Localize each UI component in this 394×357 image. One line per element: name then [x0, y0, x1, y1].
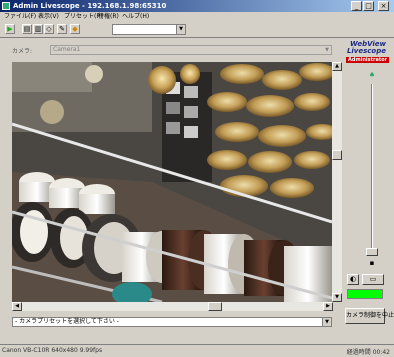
- scroll-left-icon[interactable]: ◀: [12, 302, 22, 311]
- camera-select[interactable]: Camera1 ▼: [50, 45, 332, 55]
- preset-select[interactable]: - カメラプリセットを選択して下さい - ▼: [12, 317, 332, 327]
- maximize-button[interactable]: □: [363, 1, 374, 11]
- menu-preset[interactable]: プリセット(P): [64, 12, 102, 22]
- minimize-button[interactable]: _: [351, 1, 362, 11]
- camera-info: Canon VB-C10R 640x480 9.99fps: [2, 347, 103, 354]
- release-control-button[interactable]: カメラ制御を中止: [345, 308, 394, 324]
- camera-video-feed[interactable]: [12, 62, 332, 302]
- camera-label: カメラ:: [12, 48, 33, 55]
- status-bar: Canon VB-C10R 640x480 9.99fps 経過時間 00:42: [0, 344, 394, 357]
- snapshot-icon[interactable]: ◆: [70, 24, 80, 34]
- video-frame: [12, 62, 332, 302]
- play-icon[interactable]: ▶: [5, 24, 15, 34]
- livescope-logo: WebView Livescope Administrator: [346, 41, 390, 63]
- elapsed-time: 経過時間 00:42: [346, 349, 390, 356]
- horizontal-scrollbar[interactable]: ◀ ▶: [12, 302, 333, 311]
- vertical-scroll-thumb[interactable]: [332, 150, 342, 160]
- logo-line-2: Livescope: [346, 47, 386, 55]
- zoom-thumb[interactable]: [366, 248, 378, 256]
- layout-2-icon[interactable]: ▥: [33, 24, 43, 34]
- chevron-down-icon[interactable]: ▼: [176, 25, 185, 34]
- title-bar: Admin Livescope - 192.168.1.98:65310 _ □…: [0, 0, 394, 12]
- zoom-out-icon[interactable]: ▪: [367, 258, 377, 268]
- zoom-in-icon[interactable]: ♠: [367, 70, 377, 80]
- zoom-slider[interactable]: ♠ ▪: [364, 70, 380, 270]
- menu-help[interactable]: ヘルプ(H): [122, 12, 149, 22]
- app-icon: [2, 2, 10, 10]
- window-title: Admin Livescope - 192.168.1.98:65310: [13, 2, 167, 10]
- preset-select-value: - カメラプリセットを選択して下さい -: [15, 318, 119, 325]
- settings-icon[interactable]: ✎: [57, 24, 67, 34]
- camera-select-value: Camera1: [53, 46, 81, 53]
- scroll-up-icon[interactable]: ▲: [332, 62, 342, 71]
- scroll-down-icon[interactable]: ▼: [332, 293, 342, 302]
- chevron-down-icon[interactable]: ▼: [322, 318, 331, 326]
- toolbar: ▶ ▤ ▥ ◇ ✎ ◆ ▼: [0, 22, 394, 37]
- zoom-track[interactable]: [371, 84, 373, 256]
- close-button[interactable]: ×: [378, 1, 389, 11]
- menu-bar: ファイル(F) 表示(V) プリセット(P) 特権(R) ヘルプ(H): [0, 12, 394, 22]
- control-status-indicator: [347, 289, 383, 299]
- horizontal-scroll-thumb[interactable]: [208, 302, 222, 311]
- menu-view[interactable]: 表示(V): [38, 12, 59, 22]
- logo-line-3: Administrator: [346, 57, 390, 63]
- vertical-scrollbar[interactable]: ▲ ▼: [332, 62, 342, 302]
- divider: [0, 37, 394, 38]
- menu-file[interactable]: ファイル(F): [4, 12, 36, 22]
- menu-privilege[interactable]: 特権(R): [98, 12, 119, 22]
- toolbar-dropdown[interactable]: ▼: [112, 24, 186, 35]
- chevron-down-icon[interactable]: ▼: [323, 46, 331, 54]
- scroll-right-icon[interactable]: ▶: [323, 302, 333, 311]
- backlight-button[interactable]: ◐: [347, 274, 359, 285]
- preset-icon[interactable]: ◇: [44, 24, 54, 34]
- layout-1-icon[interactable]: ▤: [22, 24, 32, 34]
- camera-view-button[interactable]: ▭: [362, 274, 384, 285]
